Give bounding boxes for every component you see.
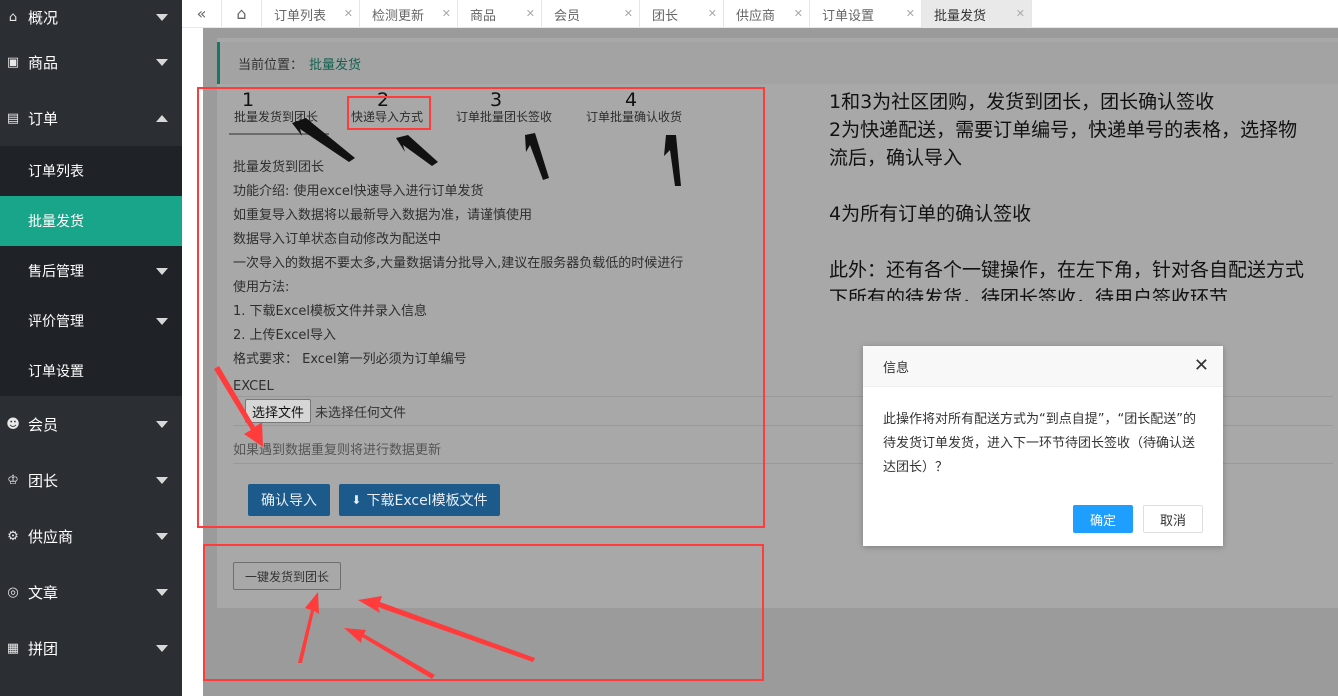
- home-tab-icon[interactable]: ⌂: [222, 0, 262, 27]
- annotation-box-express: [347, 96, 431, 130]
- close-icon[interactable]: ✕: [794, 7, 803, 20]
- sidebar-item-order-list[interactable]: 订单列表: [0, 146, 182, 196]
- sub-label: 批量发货: [28, 214, 84, 230]
- chevron-down-icon: [156, 477, 168, 484]
- product-icon: ▣: [6, 54, 20, 70]
- nav-label-product: 商品: [28, 53, 59, 72]
- tab-product[interactable]: 商品 ✕: [458, 0, 542, 28]
- nav-item-order[interactable]: ▤ 订单: [0, 90, 182, 146]
- group-icon: ▦: [6, 640, 20, 656]
- annotation-line: 4为所有订单的确认签收: [829, 203, 1032, 225]
- tab-label: 订单列表: [274, 8, 327, 24]
- annotation-box-main: [197, 87, 765, 528]
- nav-item-leader[interactable]: ♔ 团长: [0, 452, 182, 508]
- sidebar-item-after-sale[interactable]: 售后管理: [0, 246, 182, 296]
- nav-label-order: 订单: [28, 109, 59, 128]
- tab-leader[interactable]: 团长 ✕: [640, 0, 724, 28]
- annotation-box-one-key: [203, 544, 764, 681]
- order-submenu: 订单列表 批量发货 售后管理 评价管理 订单设置: [0, 146, 182, 396]
- nav-label-groupbuy: 拼团: [28, 639, 59, 658]
- chevron-up-icon: [156, 115, 168, 122]
- close-icon[interactable]: ✕: [708, 7, 717, 20]
- supplier-icon: ⚙: [7, 528, 19, 544]
- nav-item-product[interactable]: ▣ 商品: [0, 34, 182, 90]
- collapse-icon[interactable]: «: [182, 0, 222, 27]
- close-icon[interactable]: ✕: [526, 7, 535, 20]
- tab-bar: « ⌂ 订单列表 ✕ 检测更新 ✕ 商品 ✕ 会员 ✕ 团长 ✕ 供应商 ✕ 订单设置 ✕ 批…: [182, 0, 1338, 28]
- tab-order-list[interactable]: 订单列表 ✕: [262, 0, 360, 28]
- nav-label-member: 会员: [28, 415, 59, 434]
- close-icon[interactable]: ✕: [1194, 356, 1209, 376]
- users-icon: ☻: [6, 416, 20, 432]
- cancel-button[interactable]: 取消: [1143, 505, 1203, 533]
- close-icon[interactable]: ✕: [344, 7, 353, 20]
- crown-icon: ♔: [7, 472, 19, 488]
- nav-item-overview[interactable]: ⌂ 概况: [0, 0, 182, 34]
- dialog-title: 信息: [883, 360, 910, 376]
- nav-label-overview: 概况: [28, 8, 59, 27]
- ok-button[interactable]: 确定: [1073, 505, 1133, 533]
- annotation-line: 流后，确认导入: [829, 147, 963, 169]
- confirm-dialog: 信息 ✕ 此操作将对所有配送方式为“到点自提”，“团长配送”的待发货订单发货，进…: [863, 346, 1223, 546]
- tab-supplier[interactable]: 供应商 ✕: [724, 0, 810, 28]
- nav-label-leader: 团长: [28, 471, 59, 490]
- dialog-message: 此操作将对所有配送方式为“到点自提”，“团长配送”的待发货订单发货，进入下一环节…: [883, 412, 1196, 475]
- close-icon[interactable]: ✕: [442, 7, 451, 20]
- button-label: 确定: [1089, 513, 1116, 529]
- compass-icon: ◎: [7, 584, 19, 600]
- sub-label: 评价管理: [28, 314, 84, 330]
- close-icon[interactable]: ✕: [906, 7, 915, 20]
- breadcrumb-prefix: 当前位置：: [238, 57, 304, 73]
- tab-member[interactable]: 会员 ✕: [542, 0, 640, 28]
- nav-item-groupbuy[interactable]: ▦ 拼团: [0, 620, 182, 676]
- breadcrumb: 当前位置： 批量发货: [217, 42, 1338, 84]
- tab-check-update[interactable]: 检测更新 ✕: [360, 0, 458, 28]
- annotation-line: 1和3为社区团购，发货到团长，团长确认签收: [829, 91, 1215, 113]
- tab-label: 会员: [554, 8, 581, 24]
- chevron-down-icon: [156, 318, 168, 325]
- sub-label: 订单设置: [28, 364, 84, 380]
- nav-item-article[interactable]: ◎ 文章: [0, 564, 182, 620]
- sub-label: 订单列表: [28, 164, 84, 180]
- sidebar: ⌂ 概况 ▣ 商品 ▤ 订单 订单列表 批量发货 售后管理 评价管理 订单设置 …: [0, 0, 182, 696]
- nav-label-supplier: 供应商: [28, 527, 74, 546]
- close-icon[interactable]: ✕: [1016, 7, 1025, 20]
- tab-order-settings[interactable]: 订单设置 ✕: [810, 0, 922, 28]
- chevron-down-icon: [156, 59, 168, 66]
- sub-label: 售后管理: [28, 264, 84, 280]
- chevron-down-icon: [156, 533, 168, 540]
- dialog-header: 信息 ✕: [863, 346, 1223, 387]
- chevron-down-icon: [156, 14, 168, 21]
- home-icon: ⌂: [8, 9, 18, 25]
- tab-label: 批量发货: [934, 8, 987, 24]
- chevron-down-icon: [156, 645, 168, 652]
- annotation-line: 2为快递配送，需要订单编号，快递单号的表格，选择物: [829, 119, 1298, 141]
- tab-batch-ship[interactable]: 批量发货 ✕: [922, 0, 1032, 28]
- chevron-down-icon: [156, 268, 168, 275]
- tab-label: 订单设置: [822, 8, 875, 24]
- chevron-down-icon: [156, 421, 168, 428]
- nav-item-supplier[interactable]: ⚙ 供应商: [0, 508, 182, 564]
- annotation-line: 下所有的待发货，待团长签收，待用户签收环节: [829, 287, 1229, 301]
- tab-label: 商品: [470, 8, 497, 24]
- order-icon: ▤: [6, 110, 20, 126]
- nav-item-member[interactable]: ☻ 会员: [0, 396, 182, 452]
- breadcrumb-current: 批量发货: [309, 57, 362, 73]
- chevron-down-icon: [156, 589, 168, 596]
- sidebar-item-batch-ship[interactable]: 批量发货: [0, 196, 182, 246]
- tab-label: 团长: [652, 8, 679, 24]
- close-icon[interactable]: ✕: [624, 7, 633, 20]
- tab-label: 供应商: [736, 8, 776, 24]
- nav-label-article: 文章: [28, 583, 59, 602]
- sidebar-item-review[interactable]: 评价管理: [0, 296, 182, 346]
- annotation-line: 此外：还有各个一键操作，在左下角，针对各自配送方式: [829, 259, 1305, 281]
- button-label: 取消: [1159, 513, 1186, 529]
- tab-label: 检测更新: [372, 8, 425, 24]
- sidebar-item-order-settings[interactable]: 订单设置: [0, 346, 182, 396]
